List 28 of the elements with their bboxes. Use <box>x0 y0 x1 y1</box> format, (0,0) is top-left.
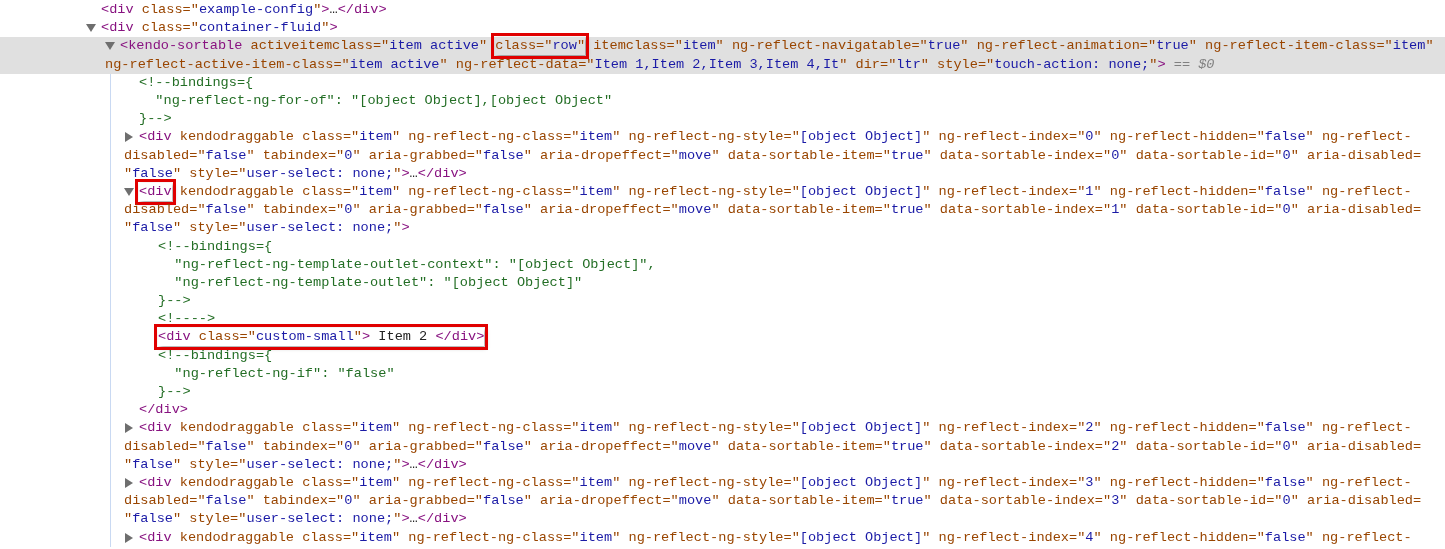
code-text: itemclass="item" ng-reflect-navigatable="true" ng-reflect-animation="true" ng-reflect-item-class="item" <box>592 37 1434 56</box>
code-text: <!--bindings={ <box>158 237 273 256</box>
code-text: }--> <box>158 383 191 402</box>
code-text: "false" style="user-select: none;"> <box>124 219 410 238</box>
code-text: <div class="container-fluid"> <box>101 19 338 38</box>
code-text: <!--bindings={ <box>139 73 254 92</box>
code-text: ng-reflect-active-item-class="item active" ng-reflect-data="Item 1,Item 2,Item 3,Item 4,It" dir="ltr" style="touch-action: none;"> == $0 <box>105 55 1215 74</box>
code-text: <!----> <box>158 310 216 329</box>
caret-icon[interactable] <box>125 532 133 543</box>
code-text: }--> <box>139 110 172 129</box>
code-text: disabled="false" tabindex="0" aria-grabbed="false" aria-dropeffect="move" data-sortable-item="true" data-sortable-index="0" data-sortable-id="0" aria-disabled= <box>124 146 1422 165</box>
code-text: <div class="example-config">…</div> <box>101 1 387 20</box>
code-text: </div> <box>139 401 188 420</box>
code-text: "false" style="user-select: none;">…</div> <box>124 164 467 183</box>
code-text: "false" style="user-select: none;">…</div> <box>124 455 467 474</box>
code-text: kendodraggable class="item" ng-reflect-ng-class="item" ng-reflect-ng-style="[object Object]" ng-reflect-index="1" ng-reflect-hidden="false" ng-reflect- <box>178 182 1412 201</box>
code-text: <!--bindings={ <box>158 346 273 365</box>
code-text: "false" style="user-select: none;">…</div> <box>124 510 467 529</box>
code-text: }--> <box>158 292 191 311</box>
code-text: disabled="false" tabindex="0" aria-grabbed="false" aria-dropeffect="move" data-sortable-item="true" data-sortable-index="1" data-sortable-id="0" aria-disabled= <box>124 201 1422 220</box>
code-text: "ng-reflect-ng-if": "false" <box>173 364 395 383</box>
code-text: "ng-reflect-ng-template-outlet": "[object Object]" <box>173 273 583 292</box>
code-text: "ng-reflect-ng-template-outlet-context": "[object Object]", <box>173 255 656 274</box>
code-text: <kendo-sortable activeitemclass="item active" <box>120 37 489 56</box>
code-text: disabled="false" tabindex="0" aria-grabbed="false" aria-dropeffect="move" data-sortable-item="true" data-sortable-index="2" data-sortable-id="0" aria-disabled= <box>124 437 1422 456</box>
code-text: <div kendodraggable class="item" ng-reflect-ng-class="item" ng-reflect-ng-style="[object Object]" ng-reflect-index="3" ng-reflect-hidden="false" ng-reflect- <box>139 473 1412 492</box>
code-text: disabled="false" tabindex="0" aria-grabbed="false" aria-dropeffect="move" data-sortable-item="true" data-sortable-index="3" data-sortable-id="0" aria-disabled= <box>124 492 1422 511</box>
code-text: "ng-reflect-ng-for-of": "[object Object],[object Object" <box>154 92 613 111</box>
